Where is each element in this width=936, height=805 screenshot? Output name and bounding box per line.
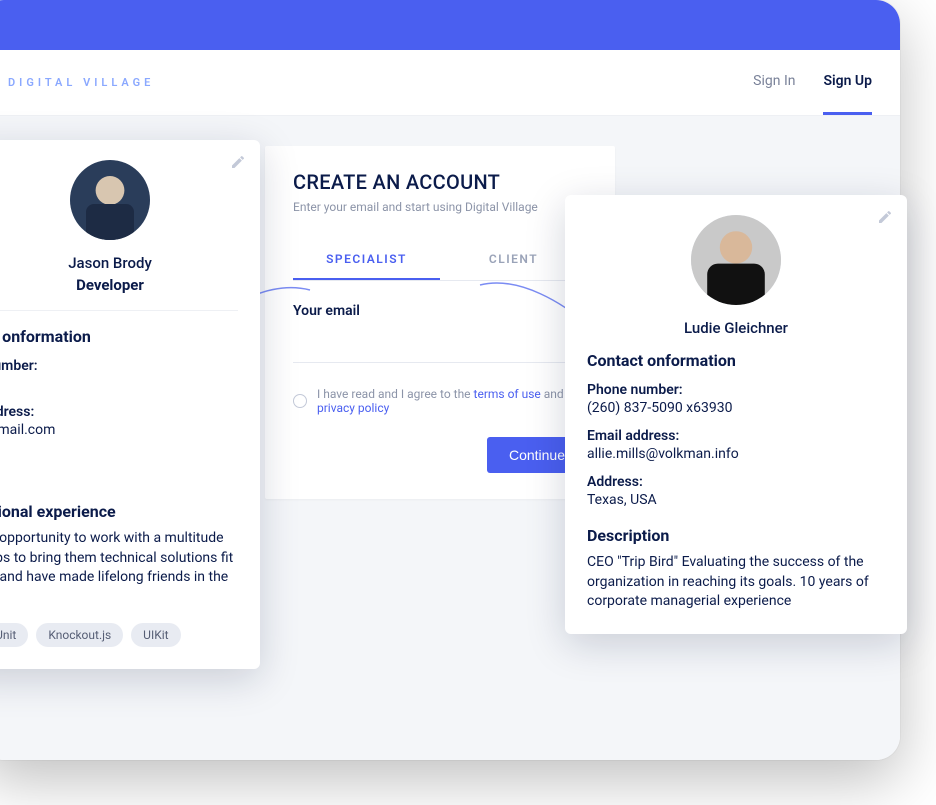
top-brand-bar [0, 0, 900, 50]
phone-label: Phone number: [0, 358, 238, 374]
email-address-label: Email address: [587, 428, 885, 444]
phone-label: Phone number: [587, 382, 885, 398]
address-label: Address: [0, 450, 238, 466]
edit-icon[interactable] [230, 154, 246, 174]
auth-links: Sign In Sign Up [753, 50, 872, 115]
person-role: Developer [0, 276, 238, 294]
edit-icon[interactable] [877, 209, 893, 229]
contact-heading: Contact onformation [0, 327, 238, 346]
skill-tags: s jUnit Knockout.js UIKit [0, 623, 238, 647]
agree-prefix: I have read and I agree to the [317, 387, 474, 401]
skill-tag[interactable]: jUnit [0, 623, 28, 647]
address-value: Texas, USA [587, 492, 885, 508]
agree-row: I have read and I agree to the terms of … [293, 387, 587, 415]
brand-logo-text: DIGITAL VILLAGE [8, 76, 154, 89]
contact-heading: Contact onformation [587, 351, 885, 370]
experience-text: I had the opportunity to work with a mul… [0, 529, 238, 607]
avatar [70, 160, 150, 240]
description-heading: Description [587, 526, 885, 545]
skill-tag[interactable]: Knockout.js [36, 623, 123, 647]
signin-link[interactable]: Sign In [753, 50, 795, 115]
phone-value: 03012 [0, 376, 238, 392]
phone-value: (260) 837-5090 x63930 [587, 400, 885, 416]
email-address-value: brody@gmail.com [0, 422, 238, 438]
agree-radio[interactable] [293, 394, 307, 408]
form-subtitle: Enter your email and start using Digital… [293, 200, 587, 214]
person-name: Ludie Gleichner [587, 319, 885, 337]
agree-and: and [541, 387, 564, 401]
description-text: CEO "Trip Bird" Evaluating the success o… [587, 553, 885, 612]
client-profile-card: Ludie Gleichner Contact onformation Phon… [565, 195, 907, 634]
email-address-value: allie.mills@volkman.info [587, 446, 885, 462]
specialist-profile-card: Jason Brody Developer Contact onformatio… [0, 140, 260, 669]
avatar [691, 215, 781, 305]
terms-link[interactable]: terms of use [474, 387, 541, 401]
skill-tag[interactable]: UIKit [131, 623, 180, 647]
navbar: DIGITAL VILLAGE Sign In Sign Up [0, 50, 900, 116]
divider [0, 310, 238, 311]
person-name: Jason Brody [0, 254, 238, 272]
tab-specialist[interactable]: SPECIALIST [293, 240, 440, 280]
address-label: Address: [587, 474, 885, 490]
signup-link[interactable]: Sign Up [823, 50, 872, 115]
email-address-label: Email address: [0, 404, 238, 420]
signup-form-card: CREATE AN ACCOUNT Enter your email and s… [265, 146, 615, 499]
account-type-tabs: SPECIALIST CLIENT [293, 240, 587, 281]
email-label: Your email [293, 303, 587, 319]
form-title: CREATE AN ACCOUNT [293, 170, 587, 194]
agree-text: I have read and I agree to the terms of … [317, 387, 587, 415]
email-field[interactable] [293, 327, 587, 363]
address-value: Italy [0, 468, 238, 484]
privacy-link[interactable]: privacy policy [317, 401, 389, 415]
experience-heading: Professional experience [0, 502, 238, 521]
